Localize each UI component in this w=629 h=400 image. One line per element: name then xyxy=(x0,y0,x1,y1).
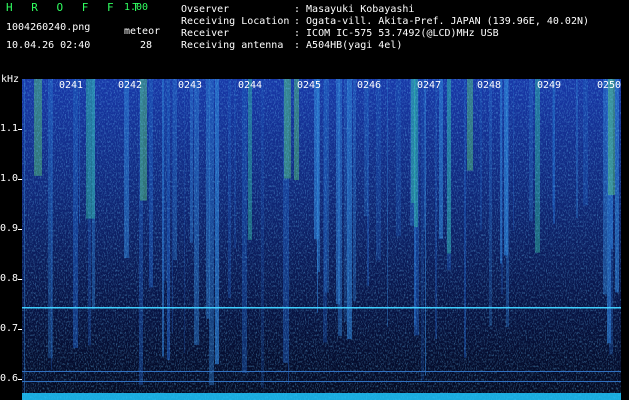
axis-tick-label: 0.7 xyxy=(0,323,19,334)
antenna-value: : A504HB(yagi 4el) xyxy=(294,40,403,51)
date-time: 10.04.26 02:40 xyxy=(6,40,91,51)
meteor-label: meteor xyxy=(124,26,161,37)
time-label: 0244 xyxy=(238,80,263,91)
axis-tick-label: 1.0 xyxy=(0,173,19,184)
axis-tick-label: 0.6 xyxy=(0,373,19,384)
file-name: 1004260240.png xyxy=(6,22,91,33)
receiver-key: Receiver xyxy=(181,28,230,39)
spectrogram-noise xyxy=(22,79,621,400)
location-value: : Ogata-vill. Akita-Pref. JAPAN (139.96E… xyxy=(294,16,590,27)
time-label: 0248 xyxy=(477,80,502,91)
time-label: 0249 xyxy=(537,80,562,91)
receiver-value: : ICOM IC-575 53.7492(@LCD)MHz USB xyxy=(294,28,499,39)
meteor-count: 28 xyxy=(140,40,153,51)
axis-tick-label: 0.8 xyxy=(0,273,19,284)
carrier-line xyxy=(22,307,621,309)
observer-key: Ovserver xyxy=(181,4,230,15)
time-label: 0250 xyxy=(597,80,622,91)
app-version: 1.00 xyxy=(124,2,149,13)
axis-tick-label: 0.9 xyxy=(0,223,19,234)
time-label: 0245 xyxy=(297,80,322,91)
spectrogram-panel xyxy=(22,79,621,400)
location-key: Receiving Location xyxy=(181,16,290,27)
observer-value: : Masayuki Kobayashi xyxy=(294,4,415,15)
reference-line xyxy=(22,371,621,372)
axis-tick-label: 1.1 xyxy=(0,123,19,134)
time-label: 0241 xyxy=(59,80,84,91)
time-label: 0246 xyxy=(357,80,382,91)
reference-line xyxy=(22,381,621,382)
spectrogram-image xyxy=(22,79,621,400)
header-panel: H R O F F T 1.00 1004260240.png 10.04.26… xyxy=(0,0,629,76)
time-label: 0242 xyxy=(118,80,143,91)
baseline-band xyxy=(22,393,621,400)
time-label: 0247 xyxy=(417,80,442,91)
antenna-key: Receiving antenna xyxy=(181,40,284,51)
axis-unit-label: kHz xyxy=(1,74,20,85)
time-label: 0243 xyxy=(178,80,203,91)
